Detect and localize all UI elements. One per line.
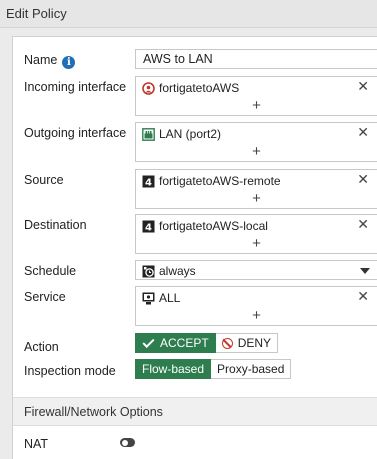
- firewall-network-options-section: Firewall/Network Options: [13, 397, 377, 426]
- chevron-down-icon[interactable]: [360, 268, 370, 274]
- flow-based-button[interactable]: Flow-based: [135, 359, 212, 379]
- incoming-interface-field[interactable]: fortigatetoAWS ✕ +: [135, 76, 377, 116]
- inspection-mode-label: Inspection mode: [24, 364, 116, 378]
- checkmark-icon: [142, 335, 155, 348]
- schedule-icon: [142, 265, 155, 278]
- deny-button[interactable]: DENY: [215, 333, 279, 353]
- schedule-label: Schedule: [24, 264, 77, 278]
- remove-outgoing-interface-icon[interactable]: ✕: [357, 125, 369, 139]
- name-label: Name i: [24, 53, 76, 69]
- address-group-icon: 4: [142, 220, 155, 233]
- schedule-select[interactable]: always: [135, 260, 377, 280]
- info-icon[interactable]: i: [62, 56, 76, 69]
- service-label: Service: [24, 290, 66, 304]
- add-incoming-interface-icon[interactable]: +: [136, 98, 377, 114]
- proxy-based-button[interactable]: Proxy-based: [211, 359, 292, 379]
- action-label: Action: [24, 340, 59, 354]
- page-title: Edit Policy: [6, 6, 67, 21]
- source-value: fortigatetoAWS-remote: [159, 174, 281, 188]
- svg-text:4: 4: [145, 222, 152, 233]
- source-field[interactable]: 4 fortigatetoAWS-remote ✕ +: [135, 169, 377, 209]
- policy-form-panel: Name i AWS to LAN Incoming interface fort…: [12, 36, 377, 459]
- add-outgoing-interface-icon[interactable]: +: [136, 144, 377, 160]
- destination-label: Destination: [24, 218, 87, 232]
- source-label: Source: [24, 173, 64, 187]
- deny-icon: [221, 337, 233, 349]
- service-icon: [142, 292, 155, 305]
- remove-source-icon[interactable]: ✕: [357, 172, 369, 186]
- tunnel-interface-icon: [142, 81, 155, 95]
- add-source-icon[interactable]: +: [136, 191, 377, 207]
- dialog-header: Edit Policy: [0, 0, 377, 28]
- remove-service-icon[interactable]: ✕: [357, 289, 369, 303]
- schedule-chip: always: [142, 263, 196, 279]
- incoming-interface-label: Incoming interface: [24, 80, 127, 94]
- port-interface-icon: [142, 127, 155, 141]
- outgoing-interface-value: LAN (port2): [159, 127, 222, 141]
- name-label-text: Name: [24, 53, 58, 67]
- action-toggle-group: ACCEPT DENY: [135, 333, 279, 353]
- remove-destination-icon[interactable]: ✕: [357, 217, 369, 231]
- destination-value: fortigatetoAWS-local: [159, 219, 268, 233]
- name-input[interactable]: AWS to LAN: [135, 49, 377, 69]
- remove-incoming-interface-icon[interactable]: ✕: [357, 79, 369, 93]
- inspection-mode-toggle-group: Flow-based Proxy-based: [135, 359, 292, 379]
- nat-label: NAT: [24, 437, 49, 451]
- add-destination-icon[interactable]: +: [136, 236, 377, 252]
- accept-button[interactable]: ACCEPT: [135, 333, 216, 353]
- nat-toggle[interactable]: [120, 438, 135, 447]
- incoming-interface-value: fortigatetoAWS: [159, 81, 240, 95]
- deny-label: DENY: [237, 336, 272, 350]
- svg-text:4: 4: [145, 177, 152, 188]
- section-title: Firewall/Network Options: [24, 405, 163, 419]
- source-chip: 4 fortigatetoAWS-remote: [142, 173, 281, 189]
- accept-label: ACCEPT: [160, 336, 209, 350]
- outgoing-interface-label: Outgoing interface: [24, 126, 127, 140]
- outgoing-interface-field[interactable]: LAN (port2) ✕ +: [135, 122, 377, 162]
- schedule-value: always: [159, 264, 196, 278]
- incoming-interface-chip: fortigatetoAWS: [142, 80, 239, 96]
- destination-chip: 4 fortigatetoAWS-local: [142, 218, 268, 234]
- address-group-icon: 4: [142, 175, 155, 188]
- destination-field[interactable]: 4 fortigatetoAWS-local ✕ +: [135, 214, 377, 254]
- add-service-icon[interactable]: +: [136, 308, 377, 324]
- service-value: ALL: [159, 291, 181, 305]
- service-field[interactable]: ALL ✕ +: [135, 286, 377, 326]
- outgoing-interface-chip: LAN (port2): [142, 126, 221, 142]
- service-chip: ALL: [142, 290, 180, 306]
